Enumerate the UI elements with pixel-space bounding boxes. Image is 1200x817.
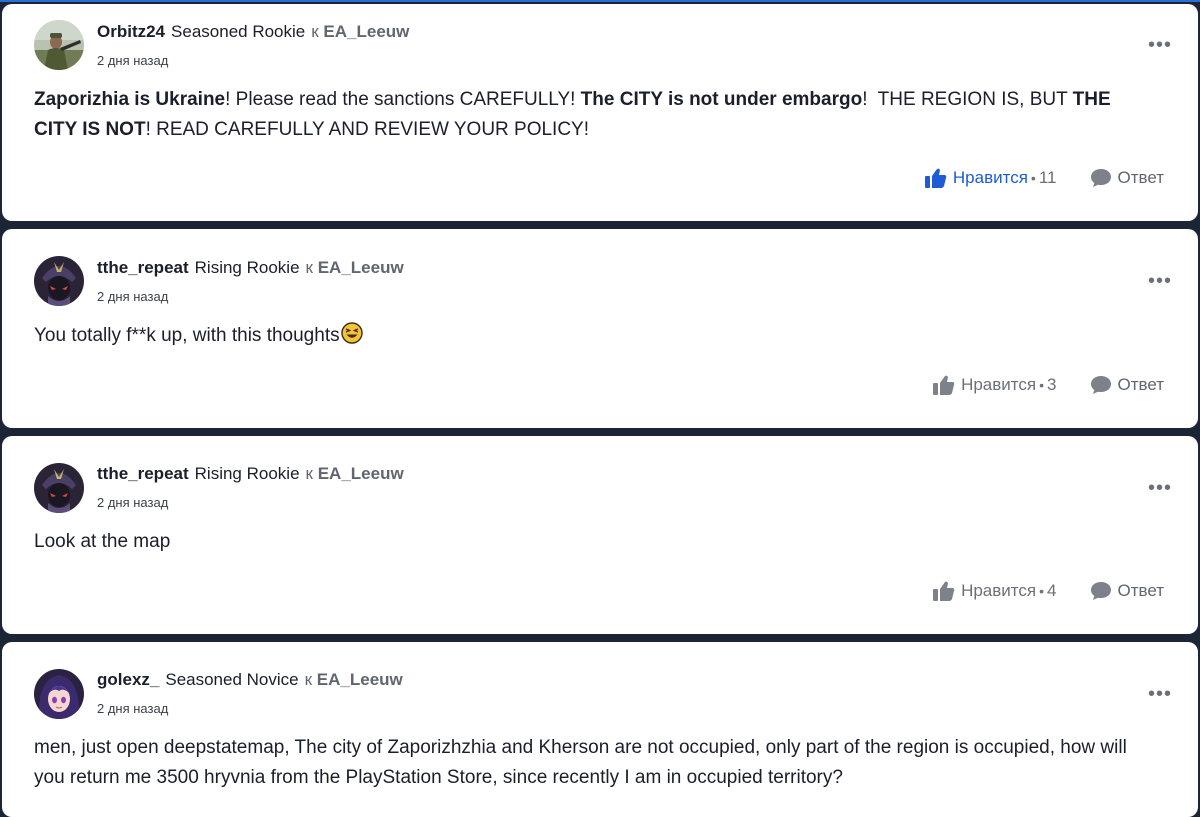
author-rank: Seasoned Rookie bbox=[171, 22, 306, 41]
count-separator: • bbox=[1030, 170, 1036, 186]
post-timestamp[interactable]: 2 дня назад bbox=[97, 53, 168, 68]
avatar[interactable] bbox=[34, 20, 84, 70]
top-accent-line bbox=[0, 0, 1200, 2]
speech-bubble-icon bbox=[1091, 169, 1112, 187]
soldier-photo-avatar-icon bbox=[34, 20, 84, 70]
reply-to-user: EA_Leeuw bbox=[316, 670, 403, 689]
like-count: 4 bbox=[1047, 581, 1057, 600]
post-timestamp[interactable]: 2 дня назад bbox=[97, 701, 168, 716]
reply-button[interactable]: Ответ bbox=[1090, 375, 1164, 395]
author-name[interactable]: Orbitz24 bbox=[97, 22, 165, 41]
post-body: men, just open deepstatemap, The city of… bbox=[34, 733, 1158, 793]
post-actions: Нравится • 3 Ответ bbox=[933, 375, 1164, 395]
author-rank: Rising Rookie bbox=[194, 258, 300, 277]
thumbs-up-icon bbox=[933, 375, 955, 395]
post-actions: Нравится • 11 Ответ bbox=[924, 168, 1164, 188]
body-segment: ! READ CAREFULLY AND REVIEW YOUR POLICY! bbox=[145, 119, 590, 140]
speech-bubble-icon bbox=[1091, 582, 1112, 600]
author-name[interactable]: golexz_ bbox=[97, 670, 159, 689]
more-options-icon[interactable]: ••• bbox=[1148, 271, 1172, 291]
author-rank: Seasoned Novice bbox=[165, 670, 299, 689]
reply-label: Ответ bbox=[1117, 168, 1164, 187]
author-name[interactable]: tthe_repeat bbox=[97, 464, 189, 483]
reply-button[interactable]: Ответ bbox=[1090, 581, 1164, 601]
author-line: golexz_ Seasoned Novice к EA_Leeuw bbox=[97, 670, 403, 690]
reply-label: Ответ bbox=[1117, 375, 1164, 394]
avatar[interactable] bbox=[34, 669, 84, 719]
body-text: Look at the map bbox=[34, 531, 171, 552]
avatar[interactable] bbox=[34, 463, 84, 513]
like-label: Нравится bbox=[961, 581, 1037, 600]
samurai-avatar-icon bbox=[34, 463, 84, 513]
reply-to-user: EA_Leeuw bbox=[323, 22, 410, 41]
post-card: tthe_repeat Rising Rookie к EA_Leeuw 2 дня… bbox=[2, 436, 1198, 634]
post-card: tthe_repeat Rising Rookie к EA_Leeuw 2 дня… bbox=[2, 229, 1198, 428]
reply-to-user: EA_Leeuw bbox=[317, 464, 404, 483]
reply-to[interactable]: к EA_Leeuw bbox=[306, 258, 404, 277]
author-line: tthe_repeat Rising Rookie к EA_Leeuw bbox=[97, 258, 404, 278]
post-timestamp[interactable]: 2 дня назад bbox=[97, 289, 168, 304]
reply-button[interactable]: Ответ bbox=[1090, 168, 1164, 188]
post-card: golexz_ Seasoned Novice к EA_Leeuw 2 дня н… bbox=[2, 642, 1198, 817]
speech-bubble-icon bbox=[1091, 376, 1112, 394]
like-label: Нравится bbox=[952, 168, 1028, 187]
thumbs-up-icon bbox=[924, 168, 947, 188]
like-label: Нравится bbox=[961, 375, 1037, 394]
author-name[interactable]: tthe_repeat bbox=[97, 258, 189, 277]
like-button[interactable]: Нравится • 4 bbox=[933, 581, 1056, 601]
reply-to[interactable]: к EA_Leeuw bbox=[311, 22, 409, 41]
body-segment: The CITY is not under embargo bbox=[580, 89, 863, 110]
author-line: tthe_repeat Rising Rookie к EA_Leeuw bbox=[97, 464, 404, 484]
post-timestamp[interactable]: 2 дня назад bbox=[97, 495, 168, 510]
post-body: You totally f**k up, with this thoughts bbox=[34, 321, 1158, 354]
like-count: 3 bbox=[1047, 375, 1057, 394]
body-segment: Zaporizhia is Ukraine bbox=[34, 89, 226, 110]
like-button[interactable]: Нравится • 3 bbox=[933, 375, 1056, 395]
avatar[interactable] bbox=[34, 256, 84, 306]
post-card: Orbitz24 Seasoned Rookie к EA_Leeuw 2 дня … bbox=[2, 4, 1198, 221]
samurai-avatar-icon bbox=[34, 256, 84, 306]
author-rank: Rising Rookie bbox=[194, 464, 300, 483]
reply-to-prefix: к bbox=[311, 22, 319, 41]
reply-to-prefix: к bbox=[305, 464, 313, 483]
laughing-face-icon bbox=[340, 322, 363, 354]
more-options-icon[interactable]: ••• bbox=[1148, 684, 1172, 704]
like-button[interactable]: Нравится • 11 bbox=[924, 168, 1057, 188]
reply-to[interactable]: к EA_Leeuw bbox=[306, 464, 404, 483]
anime-girl-avatar-icon bbox=[34, 669, 84, 719]
count-separator: • bbox=[1039, 377, 1044, 393]
reply-to-user: EA_Leeuw bbox=[317, 258, 404, 277]
like-count: 11 bbox=[1038, 168, 1057, 187]
count-separator: • bbox=[1039, 583, 1044, 599]
reply-to-prefix: к bbox=[304, 670, 313, 689]
thumbs-up-icon bbox=[933, 581, 955, 601]
more-options-icon[interactable]: ••• bbox=[1148, 478, 1172, 498]
author-line: Orbitz24 Seasoned Rookie к EA_Leeuw bbox=[97, 22, 409, 42]
post-actions: Нравится • 4 Ответ bbox=[933, 581, 1164, 601]
reply-to[interactable]: к EA_Leeuw bbox=[305, 670, 403, 689]
post-body: Zaporizhia is Ukraine! Please read the s… bbox=[34, 85, 1158, 145]
reply-to-prefix: к bbox=[305, 258, 313, 277]
post-body: Look at the map bbox=[34, 527, 1158, 557]
body-segment: ! THE REGION IS, BUT bbox=[862, 89, 1073, 110]
body-segment: ! Please read the sanctions CAREFULLY! bbox=[225, 89, 581, 110]
body-text: men, just open deepstatemap, The city of… bbox=[34, 737, 1127, 788]
reply-label: Ответ bbox=[1117, 581, 1164, 600]
more-options-icon[interactable]: ••• bbox=[1148, 35, 1172, 55]
body-text: You totally f**k up, with this thoughts bbox=[34, 325, 340, 346]
